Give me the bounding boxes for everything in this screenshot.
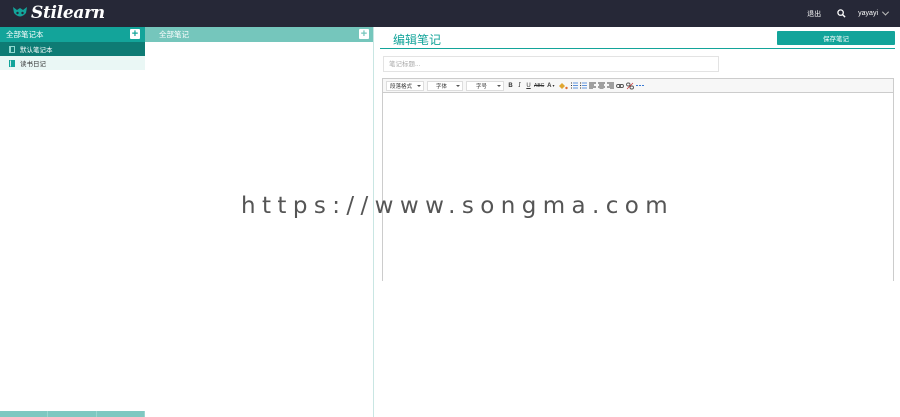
font-family-select[interactable]: 字体 [427,80,463,91]
link-icon[interactable] [616,81,625,91]
strikethrough-button[interactable]: ABC [534,81,544,91]
ordered-list-icon[interactable] [571,81,579,91]
search-icon[interactable] [837,9,846,18]
note-list-panel: 全部笔记 + [145,27,374,417]
editor-toolbar: 段落格式 字体 字号 B I U ABC A ▾ [383,79,893,93]
unlink-icon[interactable] [626,81,635,91]
logo-icon [13,7,27,17]
all-notebooks-label: 全部笔记本 [6,30,44,39]
highlight-color-button[interactable] [557,81,569,91]
username: yayayi [858,10,878,17]
notebook-item-default[interactable]: 默认笔记本 [0,42,145,56]
note-title-input[interactable] [383,56,719,72]
paint-bucket-icon [559,82,568,89]
font-size-select[interactable]: 字号 [466,80,504,91]
unordered-list-icon[interactable] [580,81,588,91]
top-navbar: Stilearn 退出 yayayi [0,0,900,27]
align-right-icon[interactable] [607,81,615,91]
all-notes-label: 全部笔记 [159,30,189,39]
align-center-icon[interactable] [598,81,606,91]
font-family-label: 字体 [436,83,448,90]
note-editor: 编辑笔记 保存笔记 段落格式 字体 字号 B I U ABC A ▾ [374,27,900,417]
font-size-label: 字号 [476,83,488,90]
chevron-down-icon [881,8,890,16]
save-note-button[interactable]: 保存笔记 [777,31,895,45]
notebook-sidebar: 全部笔记本 + 默认笔记本 读书日记 [0,27,145,417]
font-color-button[interactable]: A ▾ [546,81,555,91]
sidebar-footer-toolbar [0,411,145,417]
add-notebook-button[interactable]: + [130,29,140,40]
brand-name: Stilearn [31,3,105,23]
font-color-label: A [547,82,552,89]
all-notes-header[interactable]: 全部笔记 + [145,27,373,42]
notebook-item-reading[interactable]: 读书日记 [0,56,145,70]
editor-content-area[interactable] [383,93,893,281]
paragraph-format-label: 段落格式 [390,83,413,90]
footer-add-button[interactable] [48,411,97,417]
all-notebooks-header[interactable]: 全部笔记本 + [0,27,145,42]
editor-header: 编辑笔记 保存笔记 [380,27,895,49]
notebook-label: 读书日记 [20,61,46,68]
rich-text-editor: 段落格式 字体 字号 B I U ABC A ▾ [382,78,894,281]
italic-button[interactable]: I [516,81,523,91]
footer-delete-button[interactable] [97,411,145,417]
bold-button[interactable]: B [507,81,514,91]
notebook-icon [9,59,15,67]
watermark-text: https://www.songma.com [241,193,675,219]
editor-heading: 编辑笔记 [393,33,442,47]
notebook-icon [9,45,15,53]
notebook-label: 默认笔记本 [20,47,53,54]
align-left-icon[interactable] [589,81,597,91]
horizontal-rule-icon[interactable] [636,81,646,91]
user-menu[interactable]: yayayi [858,8,890,17]
chevron-down-icon: ▾ [552,83,555,88]
logo[interactable]: Stilearn [12,3,105,23]
paragraph-format-select[interactable]: 段落格式 [386,80,424,91]
add-note-button[interactable]: + [359,29,369,40]
underline-button[interactable]: U [525,81,532,91]
logout-link[interactable]: 退出 [807,9,821,19]
footer-edit-button[interactable] [0,411,49,417]
